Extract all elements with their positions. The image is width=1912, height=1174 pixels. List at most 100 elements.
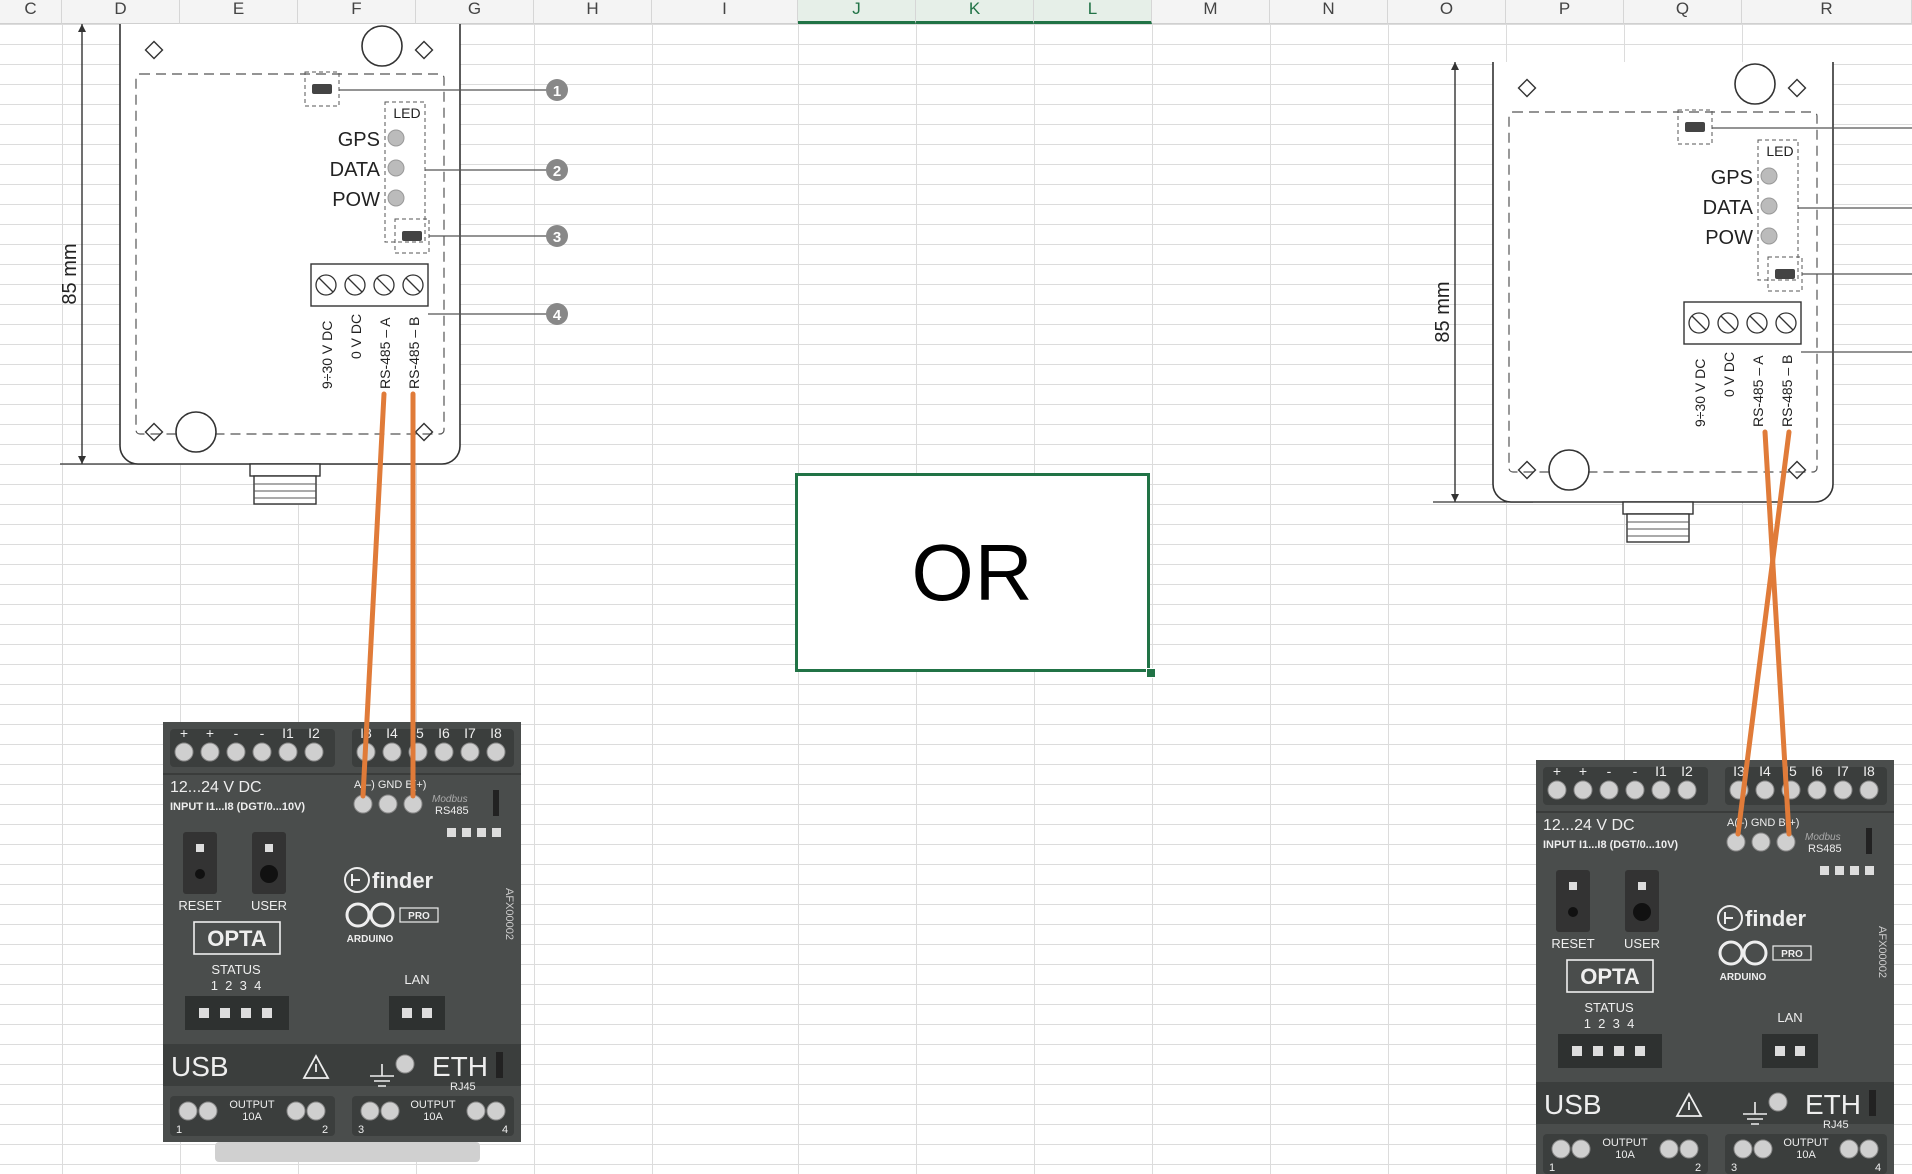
diagram-svg: 85 mm LED GPS DATA POW 9÷30 V DC 0 V DC … [1432, 41, 1912, 1174]
callout-markers: 1 2 3 4 [546, 79, 568, 325]
status-numbers: 1 2 3 4 [1584, 1016, 1635, 1031]
opta-label: OPTA [1580, 964, 1640, 989]
column-header-g[interactable]: G [416, 0, 534, 24]
eth-label: ETH [1805, 1089, 1861, 1120]
rj45-label: RJ45 [1823, 1119, 1849, 1131]
output-label-2: OUTPUT [1783, 1137, 1829, 1149]
output-rating-2: 10A [423, 1111, 443, 1123]
term-minus-2: - [260, 725, 265, 741]
output-label-2: OUTPUT [410, 1099, 456, 1111]
callout-4: 4 [553, 307, 562, 324]
term-minus-1: - [234, 725, 239, 741]
wiring-diagram-straight[interactable]: 85 mm LED GPS DATA POW 9÷30 V DC 0 V DC … [40, 24, 600, 1174]
output-num-2: 2 [1695, 1162, 1701, 1174]
output-num-3: 3 [1731, 1162, 1737, 1174]
led-gps-label: GPS [1711, 167, 1753, 189]
terminal-label-1: 9÷30 V DC [1692, 359, 1708, 427]
column-header-o[interactable]: O [1388, 0, 1506, 24]
terminal-label-1: 9÷30 V DC [319, 321, 335, 389]
term-i6: I6 [438, 725, 450, 741]
output-num-3: 3 [358, 1124, 364, 1136]
term-i4: I4 [386, 725, 398, 741]
input-label: INPUT I1...I8 (DGT/0...10V) [1543, 839, 1678, 851]
terminal-label-4: RS-485 – B [406, 317, 422, 389]
column-header-q[interactable]: Q [1624, 0, 1742, 24]
output-rating-1: 10A [1615, 1149, 1635, 1161]
column-header-h[interactable]: H [534, 0, 652, 24]
output-rating-1: 10A [242, 1111, 262, 1123]
output-num-4: 4 [502, 1124, 508, 1136]
usb-label: USB [1544, 1089, 1602, 1120]
term-i8: I8 [490, 725, 502, 741]
term-i2: I2 [308, 725, 320, 741]
finder-logo: finder [1745, 906, 1807, 931]
led-data-label: DATA [1703, 197, 1754, 219]
led-data-label: DATA [330, 159, 381, 181]
column-header-r[interactable]: R [1742, 0, 1912, 24]
output-label-1: OUTPUT [229, 1099, 275, 1111]
column-header-j[interactable]: J [798, 0, 916, 24]
column-header-e[interactable]: E [180, 0, 298, 24]
column-header-k[interactable]: K [916, 0, 1034, 24]
terminal-label-3: RS-485 – A [1750, 355, 1766, 427]
output-num-1: 1 [176, 1124, 182, 1136]
dimension-label: 85 mm [1432, 281, 1454, 342]
user-label: USER [251, 898, 287, 913]
column-header-l[interactable]: L [1034, 0, 1152, 24]
term-minus-2: - [1633, 763, 1638, 779]
reset-label: RESET [1551, 936, 1594, 951]
opta-controller: + + - - I1 I2 I3 I4 I5 I6 I7 I8 12...24 … [163, 722, 521, 1162]
spreadsheet-canvas: CDEFGHIJKLMNOPQR 85 mm LED GPS DATA POW [0, 0, 1912, 1174]
column-header-i[interactable]: I [652, 0, 798, 24]
term-i7: I7 [464, 725, 476, 741]
modbus-label: Modbus [432, 794, 468, 805]
term-i1: I1 [1655, 763, 1667, 779]
pro-badge: PRO [408, 911, 430, 922]
status-label: STATUS [211, 962, 261, 977]
output-label-1: OUTPUT [1602, 1137, 1648, 1149]
lan-label: LAN [1777, 1010, 1802, 1025]
column-header-c[interactable]: C [0, 0, 62, 24]
fill-handle[interactable] [1146, 668, 1156, 678]
dimension-label: 85 mm [59, 243, 81, 304]
term-plus-1: + [180, 725, 188, 741]
diagram-svg: 85 mm LED GPS DATA POW 9÷30 V DC 0 V DC … [59, 24, 568, 1162]
wiring-diagram-crossed[interactable]: 85 mm LED GPS DATA POW 9÷30 V DC 0 V DC … [1413, 24, 1912, 1174]
output-num-1: 1 [1549, 1162, 1555, 1174]
finder-logo: finder [372, 868, 434, 893]
column-header-f[interactable]: F [298, 0, 416, 24]
terminal-label-2: 0 V DC [348, 314, 364, 359]
column-header-n[interactable]: N [1270, 0, 1388, 24]
user-label: USER [1624, 936, 1660, 951]
selected-cell-or[interactable]: OR [795, 473, 1150, 672]
led-gps-label: GPS [338, 129, 380, 151]
term-i1: I1 [282, 725, 294, 741]
term-i6: I6 [1811, 763, 1823, 779]
term-minus-1: - [1607, 763, 1612, 779]
pro-badge: PRO [1781, 949, 1803, 960]
terminal-label-2: 0 V DC [1721, 352, 1737, 397]
column-header-m[interactable]: M [1152, 0, 1270, 24]
eth-label: ETH [432, 1051, 488, 1082]
status-numbers: 1 2 3 4 [211, 978, 262, 993]
column-header-d[interactable]: D [62, 0, 180, 24]
output-num-4: 4 [1875, 1162, 1881, 1174]
power-label: 12...24 V DC [1543, 817, 1635, 834]
usb-label: USB [171, 1051, 229, 1082]
reset-label: RESET [178, 898, 221, 913]
output-num-2: 2 [322, 1124, 328, 1136]
led-pow-label: POW [1705, 227, 1753, 249]
callout-3: 3 [553, 229, 561, 246]
model-code: AFX00002 [503, 888, 515, 940]
modbus-label: Modbus [1805, 832, 1841, 843]
terminal-label-4: RS-485 – B [1779, 355, 1795, 427]
opta-label: OPTA [207, 926, 267, 951]
opta-controller: + + - - I1 I2 I3 I4 I5 I6 I7 I8 12...24 … [1536, 760, 1894, 1174]
term-i8: I8 [1863, 763, 1875, 779]
callout-1: 1 [553, 83, 561, 100]
arduino-label: ARDUINO [347, 934, 394, 945]
power-label: 12...24 V DC [170, 779, 262, 796]
column-header-p[interactable]: P [1506, 0, 1624, 24]
term-plus-2: + [1579, 763, 1587, 779]
sensor-module: 85 mm LED GPS DATA POW 9÷30 V DC 0 V DC … [59, 24, 568, 505]
